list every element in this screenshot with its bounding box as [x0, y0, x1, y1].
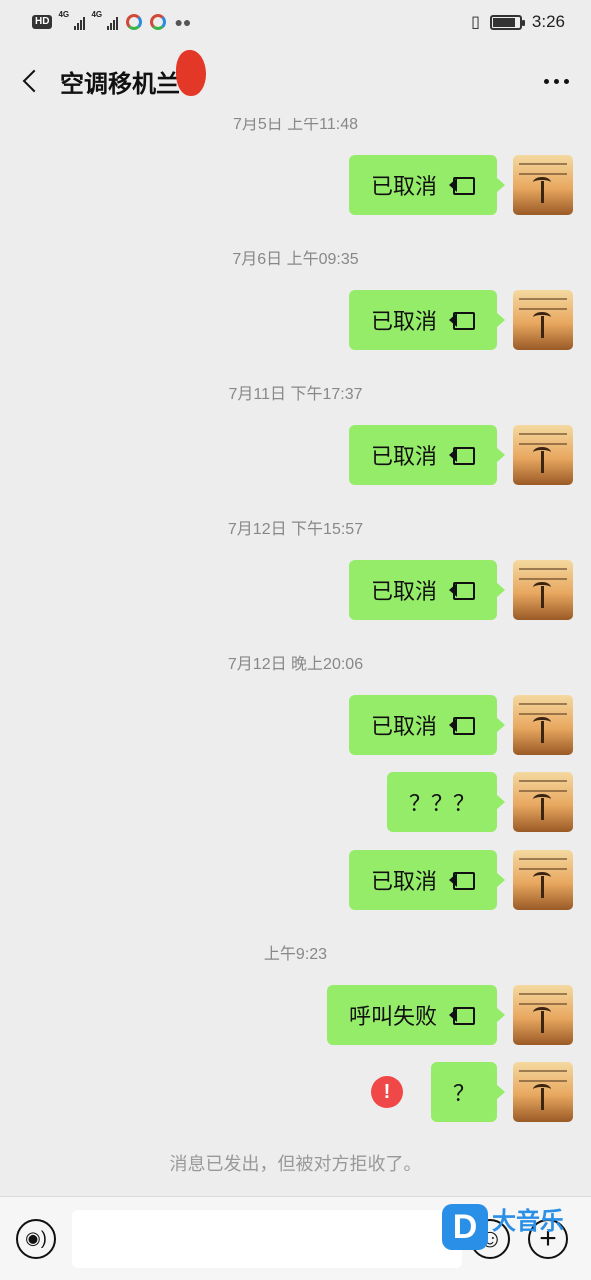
avatar[interactable] — [513, 772, 573, 832]
message-bubble[interactable]: 已取消 — [348, 695, 506, 755]
avatar[interactable] — [513, 1062, 573, 1122]
message-text: 已取消 — [370, 444, 437, 469]
emoji-icon[interactable]: ☺ — [470, 1218, 510, 1259]
chat-title: 空调移机兰 — [60, 49, 206, 99]
message-input[interactable] — [72, 1209, 462, 1268]
timestamp: 7月6日 上午09:35 — [232, 251, 359, 268]
avatar[interactable] — [513, 155, 573, 215]
video-call-icon — [449, 447, 475, 465]
chat-title-text: 空调移机兰 — [60, 70, 180, 98]
message-bubble[interactable]: 呼叫失败 — [326, 985, 506, 1045]
message-bubble[interactable]: ？？？ — [386, 772, 506, 832]
message-row: 已取消 — [348, 155, 573, 215]
message-text: 已取消 — [370, 174, 437, 199]
send-failed-icon[interactable]: ! — [370, 1076, 403, 1108]
video-call-icon — [449, 312, 475, 330]
avatar[interactable] — [513, 985, 573, 1045]
video-call-icon — [449, 1007, 475, 1025]
message-text: 已取消 — [370, 579, 437, 604]
video-call-icon — [449, 582, 475, 600]
system-notice: 消息已发出，但被对方拒收了。 — [169, 1154, 422, 1174]
avatar[interactable] — [513, 850, 573, 910]
avatar[interactable] — [513, 290, 573, 350]
message-bubble[interactable]: 已取消 — [348, 155, 506, 215]
message-row: 已取消 — [348, 290, 573, 350]
message-bubble[interactable]: ？ — [430, 1062, 506, 1122]
timestamp: 7月12日 下午15:57 — [227, 521, 364, 538]
back-icon[interactable] — [18, 68, 44, 94]
avatar[interactable] — [513, 695, 573, 755]
chat-area[interactable]: 7月5日 上午11:48 已取消 7月6日 上午09:35 已取消 7月11日 … — [0, 0, 591, 1196]
message-text: 已取消 — [370, 869, 437, 894]
message-row: ？？？ — [386, 772, 573, 832]
message-row: 呼叫失败 — [326, 985, 573, 1045]
more-dots-icon[interactable] — [544, 78, 569, 84]
message-row: 已取消 — [348, 850, 573, 910]
message-text: ？？？ — [408, 791, 475, 816]
avatar[interactable] — [513, 560, 573, 620]
voice-icon[interactable]: ◉) — [16, 1218, 56, 1259]
video-call-icon — [449, 872, 475, 890]
message-text: ？ — [452, 1081, 475, 1106]
message-text: 已取消 — [370, 714, 437, 739]
message-bubble[interactable]: 已取消 — [348, 290, 506, 350]
message-bubble[interactable]: 已取消 — [348, 850, 506, 910]
message-row: 已取消 — [348, 695, 573, 755]
message-row: 已取消 — [348, 425, 573, 485]
chat-header: 空调移机兰 — [0, 44, 591, 118]
message-text: 呼叫失败 — [348, 1004, 437, 1029]
message-bubble[interactable]: 已取消 — [348, 560, 506, 620]
video-call-icon — [449, 717, 475, 735]
message-bubble[interactable]: 已取消 — [348, 425, 506, 485]
video-call-icon — [449, 177, 475, 195]
avatar[interactable] — [513, 425, 573, 485]
timestamp: 上午9:23 — [263, 946, 328, 963]
timestamp: 7月11日 下午17:37 — [228, 386, 363, 403]
message-text: 已取消 — [370, 309, 437, 334]
plus-icon[interactable]: + — [528, 1218, 568, 1259]
message-row: ! ？ — [370, 1062, 573, 1122]
message-row: 已取消 — [348, 560, 573, 620]
timestamp: 7月12日 晚上20:06 — [227, 656, 364, 673]
input-bar: ◉) ☺ + — [0, 1196, 591, 1280]
redaction-mark — [176, 49, 206, 96]
